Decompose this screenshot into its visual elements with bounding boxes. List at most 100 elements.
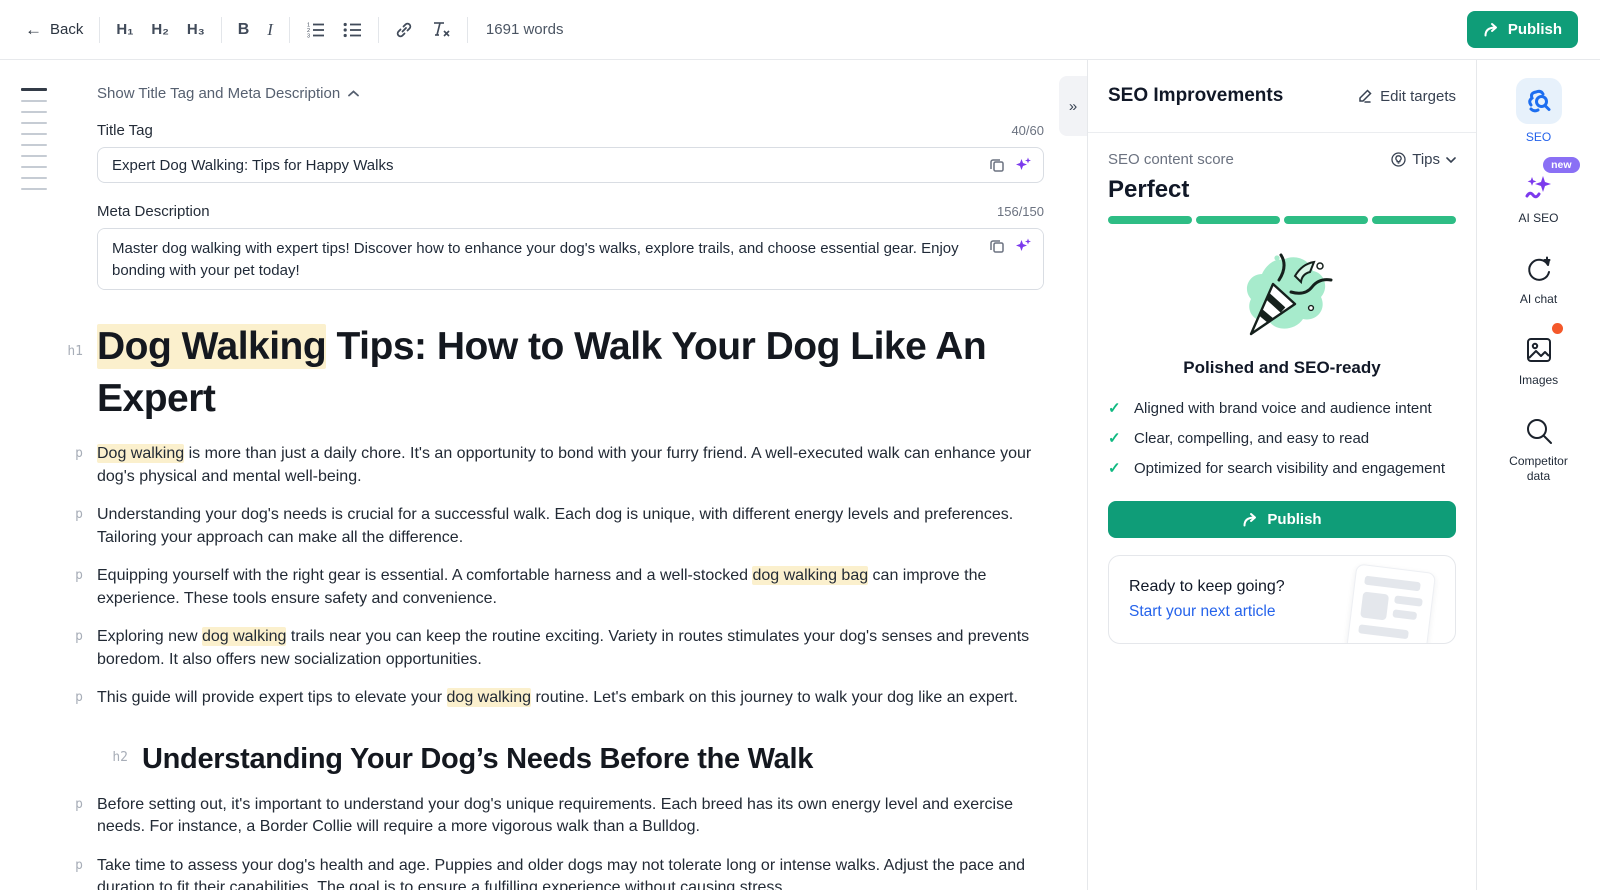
ai-sparkle-icon — [1015, 156, 1032, 173]
notification-dot — [1552, 323, 1563, 334]
document-illustration — [1346, 563, 1436, 644]
article-block-p: pEquipping yourself with the right gear … — [52, 565, 1044, 610]
rail-item-competitor-data[interactable]: Competitor data — [1477, 414, 1600, 484]
clear-formatting-icon — [431, 21, 451, 39]
seo-tile — [1516, 78, 1562, 124]
celebration-illustration — [1108, 250, 1456, 346]
article-block-h1: h1Dog Walking Tips: How to Walk Your Dog… — [52, 321, 1044, 425]
rail-item-ai-chat[interactable]: AI chat — [1477, 252, 1600, 307]
article-block-h2: h2Understanding Your Dog’s Needs Before … — [97, 740, 1044, 778]
block-type-marker: p — [52, 626, 97, 671]
toolbar-divider — [221, 17, 222, 43]
editable-h2[interactable]: Understanding Your Dog’s Needs Before th… — [142, 740, 813, 778]
block-type-marker: h1 — [52, 321, 97, 425]
checklist-item: ✓ Optimized for search visibility and en… — [1108, 458, 1456, 479]
block-type-marker: p — [52, 855, 97, 890]
block-type-marker: p — [52, 794, 97, 839]
publish-button-top[interactable]: Publish — [1467, 11, 1578, 48]
block-type-marker: h2 — [97, 740, 142, 778]
checklist-item: ✓ Aligned with brand voice and audience … — [1108, 398, 1456, 419]
editable-p[interactable]: Dog walking is more than just a daily ch… — [97, 443, 1044, 488]
collapse-sidebar-button[interactable]: » — [1059, 76, 1087, 136]
chevron-up-icon — [348, 90, 359, 97]
images-icon — [1525, 336, 1553, 364]
panel-title: SEO Improvements — [1108, 85, 1283, 107]
editable-p[interactable]: Exploring new dog walking trails near yo… — [97, 626, 1044, 671]
article-body: h1Dog Walking Tips: How to Walk Your Dog… — [97, 321, 1044, 890]
block-type-marker: p — [52, 565, 97, 610]
score-result-title: Polished and SEO-ready — [1108, 358, 1456, 378]
score-segment — [1372, 216, 1456, 224]
editable-p[interactable]: Take time to assess your dog's health an… — [97, 855, 1044, 890]
editable-h1[interactable]: Dog Walking Tips: How to Walk Your Dog L… — [97, 321, 1044, 425]
heading2-button[interactable]: H₂ — [151, 21, 169, 38]
seo-editor-app: ← Back H₁ H₂ H₃ B I 123 — [0, 0, 1600, 890]
block-type-marker: p — [52, 687, 97, 710]
editable-p[interactable]: Understanding your dog's needs is crucia… — [97, 504, 1044, 549]
ordered-list-button[interactable]: 123 — [306, 22, 325, 38]
meta-description-counter: 156/150 — [997, 204, 1044, 219]
editable-p[interactable]: Equipping yourself with the right gear i… — [97, 565, 1044, 610]
toolbar-divider — [467, 17, 468, 43]
score-segment — [1284, 216, 1368, 224]
seo-improvements-panel: SEO Improvements Edit targets SEO conten… — [1088, 60, 1477, 890]
heading3-button[interactable]: H₃ — [187, 21, 205, 38]
copy-title-button[interactable] — [989, 157, 1005, 173]
party-popper-illustration — [1221, 250, 1343, 346]
ai-sparkle-icon — [1015, 237, 1032, 254]
copy-icon — [989, 238, 1005, 254]
rail-item-images[interactable]: Images — [1477, 333, 1600, 388]
pencil-icon — [1357, 88, 1373, 104]
back-button[interactable]: ← Back — [25, 20, 83, 40]
title-tag-counter: 40/60 — [1011, 123, 1044, 138]
rail-item-seo[interactable]: SEO — [1477, 78, 1600, 145]
document-minimap[interactable] — [21, 88, 47, 199]
back-label: Back — [50, 21, 83, 38]
bold-button[interactable]: B — [238, 21, 250, 39]
publish-button-sidebar[interactable]: Publish — [1108, 501, 1456, 538]
italic-button[interactable]: I — [267, 20, 273, 40]
score-segment — [1108, 216, 1192, 224]
ai-rewrite-meta-button[interactable] — [1015, 237, 1032, 254]
clear-formatting-button[interactable] — [431, 21, 451, 39]
rail-item-ai-seo[interactable]: new AI SEO — [1477, 171, 1600, 226]
title-tag-label: Title Tag — [97, 122, 153, 139]
competitor-search-icon — [1524, 416, 1554, 446]
seo-score-bar — [1108, 216, 1456, 224]
word-count: 1691 words — [486, 21, 564, 38]
publish-arrow-icon — [1242, 512, 1259, 528]
title-tag-input[interactable] — [97, 147, 1044, 183]
heading1-button[interactable]: H₁ — [116, 21, 133, 38]
publish-arrow-icon — [1483, 22, 1500, 38]
chevron-down-icon — [1446, 157, 1456, 163]
seo-icon — [1526, 88, 1552, 114]
keyword-highlight: Dog Walking — [97, 324, 326, 369]
keyword-highlight: Dog walking — [97, 444, 184, 463]
toolbar-divider — [99, 17, 100, 43]
score-segment — [1196, 216, 1280, 224]
editable-p[interactable]: Before setting out, it's important to un… — [97, 794, 1044, 839]
toolbar-divider — [289, 17, 290, 43]
tips-dropdown[interactable]: Tips — [1391, 151, 1456, 168]
seo-checklist: ✓ Aligned with brand voice and audience … — [1108, 398, 1456, 479]
ai-seo-sparkles-icon — [1524, 174, 1554, 202]
score-label: SEO content score — [1108, 151, 1234, 168]
edit-targets-button[interactable]: Edit targets — [1357, 88, 1456, 105]
editor-pane: Show Title Tag and Meta Description Titl… — [0, 60, 1088, 890]
article-block-p: pUnderstanding your dog's needs is cruci… — [52, 504, 1044, 549]
link-button[interactable] — [395, 21, 413, 39]
toolbar-divider — [378, 17, 379, 43]
meta-panel-toggle[interactable]: Show Title Tag and Meta Description — [97, 85, 1044, 102]
check-icon: ✓ — [1108, 458, 1124, 479]
copy-meta-button[interactable] — [989, 238, 1005, 254]
link-icon — [395, 21, 413, 39]
meta-description-input[interactable]: Master dog walking with expert tips! Dis… — [97, 228, 1044, 290]
bullet-list-button[interactable] — [343, 22, 362, 38]
article-block-p: pExploring new dog walking trails near y… — [52, 626, 1044, 671]
meta-description-label: Meta Description — [97, 203, 210, 220]
lightbulb-icon — [1391, 152, 1406, 167]
seo-score-value: Perfect — [1108, 176, 1456, 204]
check-icon: ✓ — [1108, 428, 1124, 449]
ai-rewrite-title-button[interactable] — [1015, 156, 1032, 173]
editable-p[interactable]: This guide will provide expert tips to e… — [97, 687, 1018, 710]
